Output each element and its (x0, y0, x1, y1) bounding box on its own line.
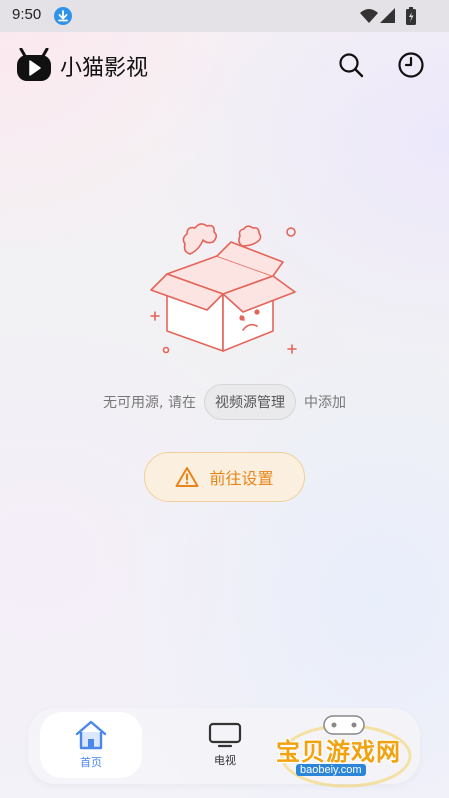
nav-item-label: 首页 (80, 756, 102, 769)
go-to-settings-button[interactable]: 前往设置 (144, 452, 305, 502)
status-time: 9:50 (12, 6, 42, 23)
empty-message: 无可用源, 请在 视频源管理 中添加 (0, 384, 449, 420)
empty-message-suffix: 中添加 (303, 395, 346, 411)
tv-icon (208, 722, 242, 748)
history-button[interactable] (396, 50, 426, 80)
app-logo-icon (16, 47, 52, 86)
watermark-url: baobeiy.com (296, 764, 366, 776)
nav-item-label: 电视 (214, 754, 236, 767)
status-bar: 9:50 (0, 0, 449, 32)
warning-icon (175, 467, 199, 487)
nav-item-tv[interactable]: 电视 (174, 712, 276, 778)
go-to-settings-label: 前往设置 (209, 469, 274, 488)
source-management-chip[interactable]: 视频源管理 (203, 384, 296, 420)
empty-message-prefix: 无可用源, 请在 (103, 395, 196, 411)
download-icon (53, 6, 73, 30)
search-icon (339, 53, 364, 78)
history-icon (398, 52, 424, 78)
wifi-icon (360, 8, 378, 28)
watermark: 宝贝游戏网 baobeiy.com (268, 712, 418, 790)
watermark-text: 宝贝游戏网 (276, 738, 401, 766)
signal-icon (380, 8, 396, 28)
nav-item-home[interactable]: 首页 (40, 712, 142, 778)
battery-icon (406, 7, 416, 29)
app-title: 小猫影视 (60, 56, 149, 81)
empty-box-icon (145, 216, 305, 365)
home-icon (75, 720, 107, 750)
search-button[interactable] (336, 50, 366, 80)
